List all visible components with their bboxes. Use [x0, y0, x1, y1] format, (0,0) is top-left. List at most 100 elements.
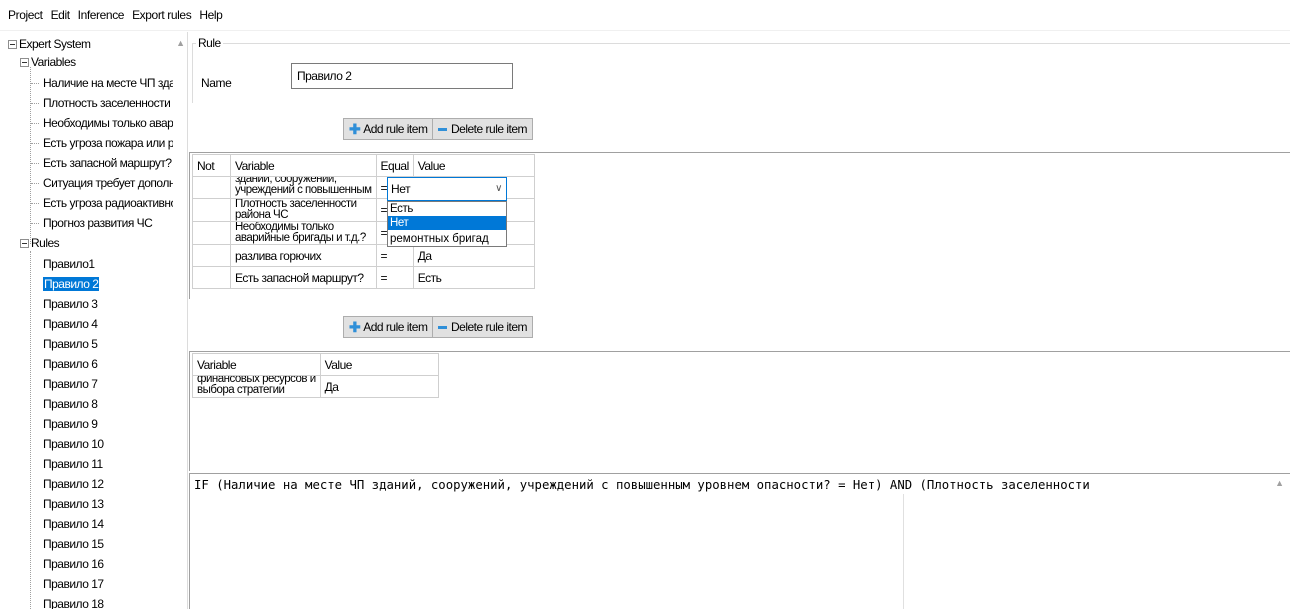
tree-variables-label: Variables: [31, 55, 76, 69]
tree-item-rule[interactable]: Правило 5: [43, 334, 98, 354]
tree-item-variable[interactable]: Есть угроза радиоактивного з: [43, 193, 187, 213]
variable-cell[interactable]: финансовых ресурсов и выбора стратегии: [192, 375, 321, 398]
column-header-equal[interactable]: Equal: [375, 154, 414, 177]
tree-item-variable[interactable]: Наличие на месте ЧП зданий: [43, 73, 187, 93]
name-label: Name: [201, 76, 232, 90]
divider: [903, 494, 904, 609]
rule-text-area[interactable]: IF (Наличие на месте ЧП зданий, сооружен…: [189, 473, 1290, 609]
equal-cell[interactable]: =: [375, 244, 414, 267]
column-header-not[interactable]: Not: [192, 154, 231, 177]
scroll-up-icon[interactable]: ▲: [1275, 478, 1284, 488]
dropdown-option[interactable]: Есть: [388, 202, 506, 216]
not-cell[interactable]: [192, 266, 231, 289]
tree-item-variable[interactable]: Есть запасной маршрут?: [43, 153, 172, 173]
table-row[interactable]: разлива горючих = Да: [192, 244, 535, 267]
column-header-variable[interactable]: Variable: [230, 154, 377, 177]
tree-guide: [31, 103, 39, 104]
tree-item-variable[interactable]: Необходимы только аварийн: [43, 113, 187, 133]
variable-cell[interactable]: зданий, сооружений, учреждений с повышенн…: [230, 176, 377, 199]
tree-item-variable[interactable]: Есть угроза пожара или разл: [43, 133, 187, 153]
tree-item-rule[interactable]: Правило 17: [43, 574, 104, 594]
tree-scrollbar[interactable]: ▲: [173, 32, 187, 609]
column-header-variable[interactable]: Variable: [192, 353, 321, 376]
collapse-icon[interactable]: [20, 239, 29, 248]
combobox-value: Нет: [391, 182, 411, 196]
tree-item-rule[interactable]: Правило 6: [43, 354, 98, 374]
rule-group-border: [192, 43, 193, 103]
tree-item-rule[interactable]: Правило 7: [43, 374, 98, 394]
remove-icon: [438, 325, 447, 329]
tree-item-rule[interactable]: Правило 8: [43, 394, 98, 414]
add-icon: ✚: [349, 121, 361, 137]
cell-text: района ЧС: [235, 209, 289, 221]
tree-item-rule[interactable]: Правило 16: [43, 554, 104, 574]
scroll-up-icon[interactable]: ▲: [176, 38, 185, 48]
tree-item-variable[interactable]: Ситуация требует дополните: [43, 173, 187, 193]
tree-rules-label: Rules: [31, 236, 60, 250]
delete-conclusion-item-button[interactable]: Delete rule item: [432, 316, 534, 338]
variable-cell[interactable]: Плотность заселенности района ЧС: [230, 198, 377, 222]
value-cell[interactable]: Есть: [412, 266, 535, 289]
dropdown-option-selected[interactable]: Нет: [388, 216, 506, 230]
value-cell[interactable]: Да: [412, 244, 535, 267]
tree-item-rule[interactable]: Правило 4: [43, 314, 98, 334]
tree-root[interactable]: Expert System: [8, 34, 91, 54]
tree-guide: [31, 203, 39, 204]
delete-rule-item-label: Delete rule item: [451, 320, 528, 334]
table-row[interactable]: Есть запасной маршрут? = Есть: [192, 266, 535, 289]
menu-project[interactable]: Project: [4, 0, 47, 31]
tree-item-rule[interactable]: Правило 12: [43, 474, 104, 494]
rule-group-border: [192, 43, 1290, 44]
tree-rules-node[interactable]: Rules: [20, 233, 60, 253]
tree-item-rule[interactable]: Правило 9: [43, 414, 98, 434]
tree-guide: [31, 163, 39, 164]
column-header-value[interactable]: Value: [319, 353, 439, 376]
add-rule-item-button[interactable]: ✚ Add rule item: [343, 118, 434, 140]
tree-item-rule[interactable]: Правило 18: [43, 594, 104, 609]
tree-view[interactable]: Expert System Variables Наличие на месте…: [0, 32, 188, 609]
tree-item-rule[interactable]: Правило 11: [43, 454, 103, 474]
menu-help[interactable]: Help: [195, 0, 226, 31]
menu-edit[interactable]: Edit: [47, 0, 74, 31]
tree-guide: [30, 67, 31, 244]
chevron-down-icon[interactable]: ∨: [495, 178, 502, 200]
collapse-icon[interactable]: [20, 58, 29, 67]
not-cell[interactable]: [192, 221, 231, 245]
menu-inference[interactable]: Inference: [74, 0, 128, 31]
tree-item-rule[interactable]: Правило1: [43, 254, 95, 274]
tree-item-variable[interactable]: Плотность заселенности рай: [43, 93, 187, 113]
value-dropdown-list[interactable]: Есть Нет ремонтных бригад: [387, 201, 507, 247]
delete-rule-item-button[interactable]: Delete rule item: [432, 118, 534, 140]
column-header-value[interactable]: Value: [412, 154, 535, 177]
variable-cell[interactable]: Необходимы только аварийные бригады и т.д…: [230, 221, 377, 245]
tree-item-rule[interactable]: Правило 13: [43, 494, 104, 514]
collapse-icon[interactable]: [8, 40, 17, 49]
conclusions-grid[interactable]: Variable Value финансовых ресурсов и выбо…: [192, 353, 439, 398]
variable-cell[interactable]: Есть запасной маршрут?: [230, 266, 377, 289]
tree-item-rule[interactable]: Правило 3: [43, 294, 98, 314]
tree-item-rule[interactable]: Правило 15: [43, 534, 104, 554]
tree-guide: [30, 251, 31, 609]
variable-cell[interactable]: разлива горючих: [230, 244, 377, 267]
value-combobox[interactable]: Нет ∨: [387, 177, 507, 201]
add-rule-item-label: Add rule item: [363, 320, 428, 334]
table-row[interactable]: финансовых ресурсов и выбора стратегии Да: [192, 375, 439, 398]
menu-export-rules[interactable]: Export rules: [128, 0, 195, 31]
delete-rule-item-label: Delete rule item: [451, 122, 528, 136]
value-cell-partial: ремонтных бригад: [390, 233, 489, 245]
value-cell[interactable]: Да: [319, 375, 439, 398]
tree-guide: [31, 143, 39, 144]
tree-root-label: Expert System: [19, 37, 91, 51]
equal-cell[interactable]: =: [375, 266, 414, 289]
not-cell[interactable]: [192, 244, 231, 267]
tree-item-variable[interactable]: Прогноз развития ЧС: [43, 213, 153, 233]
tree-item-rule[interactable]: Правило 14: [43, 514, 104, 534]
add-conclusion-item-button[interactable]: ✚ Add rule item: [343, 316, 434, 338]
tree-variables-node[interactable]: Variables: [20, 52, 76, 72]
tree-item-rule[interactable]: Правило 10: [43, 434, 104, 454]
not-cell[interactable]: [192, 198, 231, 222]
menu-bar: Project Edit Inference Export rules Help: [0, 0, 1290, 31]
not-cell[interactable]: [192, 176, 231, 199]
rule-name-input[interactable]: Правило 2: [291, 63, 513, 89]
tree-item-rule-selected[interactable]: Правило 2: [43, 274, 100, 294]
